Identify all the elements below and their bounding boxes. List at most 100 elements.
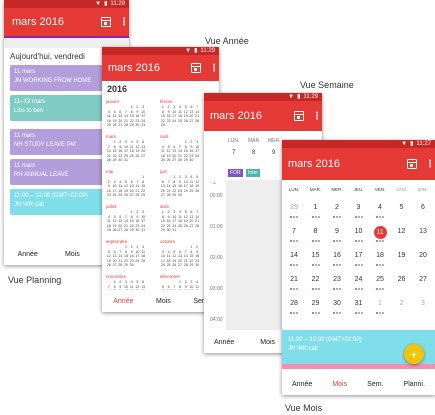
day-cell[interactable]: 29 xyxy=(306,300,326,307)
event-dot xyxy=(354,288,357,290)
week-day-number[interactable]: 9 xyxy=(272,150,275,156)
day-cell[interactable]: 6 xyxy=(413,204,433,211)
day-cell[interactable]: 1 xyxy=(306,204,326,211)
more-vert-icon[interactable]: ⋮ xyxy=(209,63,219,74)
day-cell[interactable]: 4 xyxy=(370,204,390,211)
status-bar: ▼ ▮ 11:27 xyxy=(282,140,435,148)
event-dots xyxy=(327,288,347,290)
event-dot xyxy=(290,288,292,290)
app-title[interactable]: mars 2016 xyxy=(108,62,191,74)
nav-annee[interactable]: Année xyxy=(292,381,312,388)
day-cell[interactable]: 5 xyxy=(392,204,412,211)
mini-month-days: 1234567891011121314151617181920212223242… xyxy=(106,175,146,197)
nav-mois[interactable]: Mois xyxy=(332,381,347,388)
day-cell[interactable]: 16 xyxy=(327,252,347,259)
event-dot xyxy=(317,312,320,314)
nav-annee[interactable]: Année xyxy=(214,339,234,346)
calendar-today-icon[interactable] xyxy=(407,159,417,169)
mini-month[interactable]: août 1 2 3 4 5 6 7 8 9 10 11 12 13 14 15 16 17 18 19 20 21 22 2… xyxy=(160,204,200,233)
day-cell-today[interactable]: 11 xyxy=(373,226,387,239)
day-cell[interactable]: 10 xyxy=(349,228,369,235)
day-cell[interactable]: 3 xyxy=(349,204,369,211)
event-dot xyxy=(354,264,357,266)
day-cell[interactable]: 28 xyxy=(284,300,304,307)
event-dot xyxy=(317,216,320,218)
calendar-today-icon[interactable] xyxy=(191,63,201,73)
day-cell[interactable]: 29 xyxy=(284,204,304,211)
event-dot xyxy=(357,240,360,242)
time-label: 01:00 xyxy=(210,224,223,230)
day-cell[interactable]: 24 xyxy=(349,276,369,283)
chevron-down-icon[interactable]: ⌄ xyxy=(212,179,217,186)
day-cell[interactable]: 26 xyxy=(392,276,412,283)
day-cell[interactable]: 25 xyxy=(370,276,390,283)
mini-month[interactable]: avril 1 2 3 4 5 6 7 8 9 10 11 12 13 14 15 16 17 18 19 20 21 22… xyxy=(160,134,200,163)
mini-month[interactable]: mars 1 2 3 4 5 6 7 8 9 10 11 12 13 14 15 16 17 18 19 20 21 22 2… xyxy=(106,134,146,163)
more-vert-icon[interactable]: ⋮ xyxy=(119,17,129,28)
calendar-today-icon[interactable] xyxy=(101,17,111,27)
event-dot xyxy=(296,240,298,242)
phone-annee: ▼ ▮ 11:29 mars 2016 ⋮ 2016 janvier 1 2 3 4 5 6… xyxy=(102,47,219,312)
mini-month-days: 1234567891011121314151617181920212223242… xyxy=(160,210,200,232)
mini-month[interactable]: juillet 1 2 3 4 5 6 7 8 9 10 11 12 13 14 15 16 17 18 19 20 21… xyxy=(106,204,146,233)
nav-semaine[interactable]: Sem. xyxy=(367,381,383,388)
day-cell[interactable]: 14 xyxy=(284,252,304,259)
nav-mois[interactable]: Mois xyxy=(65,251,80,258)
allday-event-chip[interactable]: FOR xyxy=(228,169,243,177)
day-cell[interactable]: 27 xyxy=(413,276,433,283)
day-cell[interactable]: 3 xyxy=(413,300,433,307)
mini-month[interactable]: janvier 1 2 3 4 5 6 7 8 9 10 11 12 13 14 15 16 17 18 19 20 21… xyxy=(106,99,146,128)
mini-month[interactable]: mai 1 2 3 4 5 6 7 8 9 10 11 12 13 14 15 16 17 18 19 20 21 22 23… xyxy=(106,169,146,198)
nav-annee[interactable]: Année xyxy=(18,251,38,258)
day-cell[interactable]: 15 xyxy=(306,252,326,259)
nav-mois[interactable]: Mois xyxy=(260,339,275,346)
event-dot xyxy=(336,240,338,242)
day-cell[interactable]: 2 xyxy=(327,204,347,211)
app-title[interactable]: mars 2016 xyxy=(288,158,407,170)
event-dot xyxy=(314,288,317,290)
nav-mois[interactable]: Mois xyxy=(156,298,171,305)
allday-event-chip[interactable]: Inter xyxy=(246,169,261,177)
week-day-number[interactable]: 8 xyxy=(252,150,255,156)
day-cell[interactable]: 9 xyxy=(327,228,347,235)
mini-month[interactable]: octobre 1 2 3 4 5 6 7 8 9 10 11 12 13 14 15 16 17 18 19 20 21… xyxy=(160,239,200,268)
day-cell[interactable]: 17 xyxy=(349,252,369,259)
day-cell[interactable]: 8 xyxy=(306,228,326,235)
mini-month-days: 1234567891011121314151617181920212223242… xyxy=(160,175,200,197)
mini-month[interactable]: juin 1 2 3 4 5 6 7 8 9 10 11 12 13 14 15 16 17 18 19 20 21 22 2… xyxy=(160,169,200,198)
day-cell[interactable]: 20 xyxy=(413,252,433,259)
day-cell[interactable]: 12 xyxy=(392,228,412,235)
more-vert-icon[interactable]: ⋮ xyxy=(425,159,435,170)
event-dot xyxy=(317,288,320,290)
day-cell[interactable]: 19 xyxy=(392,252,412,259)
wifi-icon: ▼ xyxy=(185,48,192,54)
nav-planning[interactable]: Planni. xyxy=(404,381,425,388)
event-dot xyxy=(314,264,317,266)
day-cell[interactable]: 2 xyxy=(392,300,412,307)
add-event-button[interactable]: + xyxy=(404,344,424,364)
caption-vue-semaine: Vue Semaine xyxy=(300,80,354,90)
event-dots xyxy=(349,240,369,242)
mini-month[interactable]: février 1 2 3 4 5 6 7 8 9 10 11 12 13 14 15 16 17 18 19 20 21… xyxy=(160,99,200,128)
event-dot xyxy=(293,264,295,266)
event-dot xyxy=(382,216,384,218)
mini-month[interactable]: septembre 1 2 3 4 5 6 7 8 9 10 11 12 13 14 15 16 17 18 19 20… xyxy=(106,239,146,268)
day-cell[interactable]: 13 xyxy=(413,228,433,235)
app-title[interactable]: mars 2016 xyxy=(210,110,294,122)
more-vert-icon[interactable]: ⋮ xyxy=(312,111,322,122)
day-cell[interactable]: 1 xyxy=(370,300,390,307)
mini-month-name: octobre xyxy=(160,239,176,244)
calendar-today-icon[interactable] xyxy=(294,111,304,121)
day-cell[interactable]: 23 xyxy=(327,276,347,283)
day-cell[interactable]: 30 xyxy=(327,300,347,307)
day-cell[interactable]: 7 xyxy=(284,228,304,235)
day-cell[interactable]: 18 xyxy=(370,252,390,259)
nav-annee[interactable]: Année xyxy=(113,298,133,305)
day-cell[interactable]: 22 xyxy=(306,276,326,283)
week-day-number[interactable]: 7 xyxy=(232,150,235,156)
day-cell[interactable]: 31 xyxy=(349,300,369,307)
event-dots xyxy=(327,216,347,218)
day-cell[interactable]: 21 xyxy=(284,276,304,283)
app-title[interactable]: mars 2016 xyxy=(12,16,101,28)
event-dot xyxy=(376,240,378,242)
